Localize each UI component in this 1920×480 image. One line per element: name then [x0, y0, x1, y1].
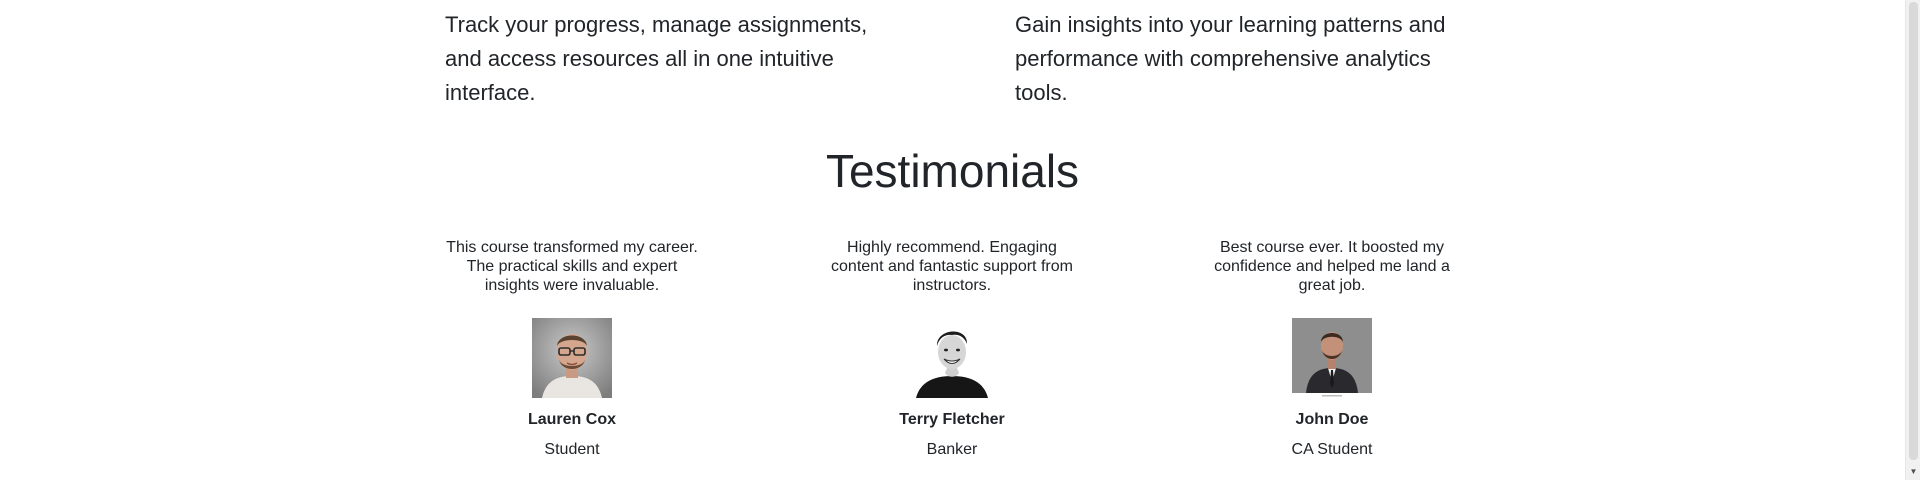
testimonial-role: Student: [544, 441, 600, 458]
avatar: [912, 318, 992, 398]
vertical-scrollbar[interactable]: ▼: [1905, 0, 1920, 480]
testimonials-heading: Testimonials: [825, 145, 1080, 197]
avatar: [1292, 318, 1372, 398]
chevron-down-icon[interactable]: ▼: [1906, 466, 1920, 478]
testimonial-quote: Best course ever. It boosted my confiden…: [1214, 239, 1450, 294]
testimonial-name: Terry Fletcher: [899, 411, 1005, 428]
avatar: [532, 318, 612, 398]
feature-description-right: Gain insights into your learning pattern…: [1015, 12, 1446, 105]
features-section: Track your progress, manage assignments,…: [445, 8, 1475, 110]
portrait-smiling-bw-photo: [912, 318, 992, 398]
testimonial-card: Highly recommend. Engaging content and f…: [822, 238, 1082, 460]
testimonial-name: Lauren Cox: [527, 411, 616, 428]
testimonial-quote: This course transformed my career. The p…: [446, 239, 698, 294]
portrait-glasses-photo: [532, 318, 612, 398]
page: Track your progress, manage assignments,…: [0, 0, 1920, 480]
testimonial-role: Banker: [926, 441, 978, 458]
feature-description-left: Track your progress, manage assignments,…: [445, 12, 868, 105]
testimonial-card: This course transformed my career. The p…: [442, 238, 702, 460]
scrollbar-thumb[interactable]: [1909, 2, 1918, 460]
testimonial-role: CA Student: [1291, 441, 1373, 458]
testimonial-name: John Doe: [1295, 411, 1369, 428]
testimonial-card: Best course ever. It boosted my confiden…: [1202, 238, 1462, 460]
portrait-suit-photo: [1292, 318, 1372, 398]
testimonial-quote: Highly recommend. Engaging content and f…: [831, 239, 1073, 294]
